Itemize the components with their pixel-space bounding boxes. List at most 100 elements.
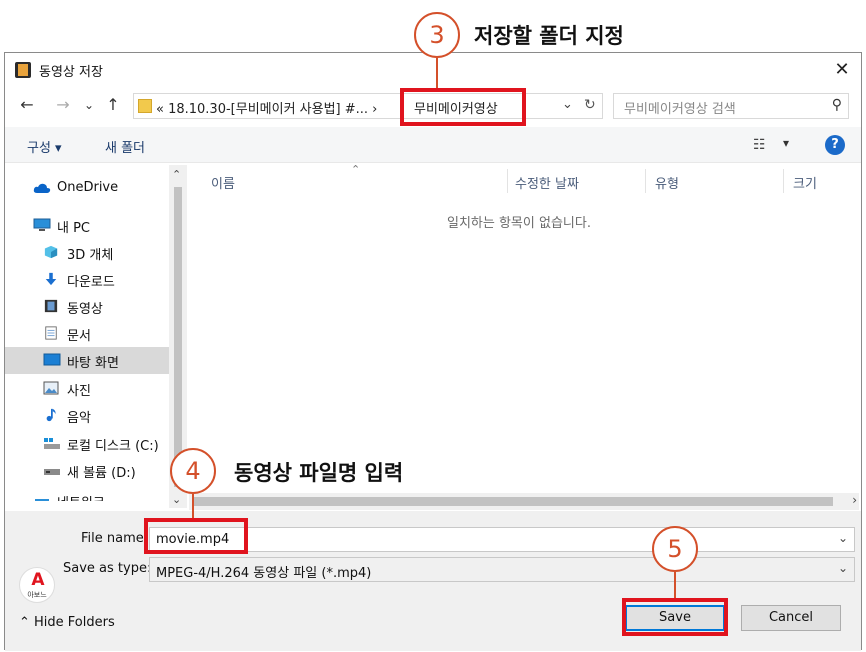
title-bar: 동영상 저장 ✕ [5, 53, 861, 87]
sidebar-item-desktop[interactable]: 바탕 화면 [5, 347, 169, 374]
forward-arrow-icon[interactable]: → [53, 95, 73, 114]
column-divider[interactable] [783, 169, 784, 193]
column-divider[interactable] [507, 169, 508, 193]
save-dialog: 동영상 저장 ✕ ← → ⌄ ↑ « 18.10.30-[무비메이커 사용법] … [4, 52, 862, 651]
sidebar-item-downloads[interactable]: 다운로드 [5, 266, 169, 293]
file-name-field[interactable]: movie.mp4 ⌄ [149, 527, 855, 552]
sidebar-item-label: OneDrive [57, 180, 119, 195]
help-icon[interactable]: ? [825, 135, 845, 155]
step-5-line [674, 572, 676, 600]
column-header-name[interactable]: 이름 [211, 173, 235, 192]
video-icon [44, 299, 58, 313]
sidebar-item-label: 다운로드 [67, 275, 115, 290]
dialog-title: 동영상 저장 [39, 65, 103, 80]
file-name-value[interactable]: movie.mp4 [156, 532, 229, 547]
sidebar-item-music[interactable]: 음악 [5, 402, 169, 429]
3d-objects-icon [44, 245, 58, 259]
desktop-icon [43, 353, 61, 366]
command-bar: 구성 ▾ 새 폴더 ☷ ▾ ? [5, 127, 861, 163]
local-disk-icon [44, 438, 60, 449]
sort-arrow-icon: ⌃ [351, 163, 361, 176]
save-as-type-select[interactable]: MPEG-4/H.264 동영상 파일 (*.mp4) ⌄ [149, 557, 855, 582]
navigation-pane: OneDrive 내 PC 3D 개체 다운로드 동영상 문서 바탕 화면 사진… [5, 165, 169, 501]
cancel-button[interactable]: Cancel [741, 605, 841, 631]
sidebar-item-label: 음악 [67, 411, 91, 426]
sidebar-item-videos[interactable]: 동영상 [5, 293, 169, 320]
address-current-folder[interactable]: 무비메이커영상 [414, 98, 498, 117]
step-3-circle: 3 [414, 12, 460, 58]
scroll-right-icon[interactable]: › [852, 493, 857, 507]
sidebar-item-label: 로컬 디스크 (C:) [67, 439, 159, 454]
sidebar-item-label: 사진 [67, 384, 91, 399]
step-4-circle: 4 [170, 448, 216, 494]
scroll-down-icon[interactable]: ⌄ [172, 493, 181, 506]
chevron-down-icon[interactable]: ⌄ [838, 531, 848, 545]
column-divider[interactable] [645, 169, 646, 193]
chevron-down-icon[interactable]: ⌄ [838, 561, 848, 575]
sidebar-item-new-volume-d[interactable]: 새 볼륨 (D:) [5, 457, 169, 484]
save-options-panel: File name: movie.mp4 ⌄ Save as type: MPE… [5, 511, 861, 651]
navigation-bar: ← → ⌄ ↑ « 18.10.30-[무비메이커 사용법] #... › 무비… [5, 89, 861, 123]
view-dropdown-icon[interactable]: ▾ [783, 136, 789, 150]
sidebar-item-label: 바탕 화면 [67, 356, 119, 371]
address-dropdown-icon[interactable]: ⌄ [562, 97, 573, 112]
search-input[interactable]: 무비메이커영상 검색 ⚲ [613, 93, 849, 119]
sidebar-item-3d-objects[interactable]: 3D 개체 [5, 239, 169, 266]
refresh-icon[interactable]: ↻ [584, 97, 596, 113]
save-as-type-value[interactable]: MPEG-4/H.264 동영상 파일 (*.mp4) [156, 562, 371, 581]
sidebar-item-label: 내 PC [57, 221, 91, 236]
address-bar[interactable]: « 18.10.30-[무비메이커 사용법] #... › 무비메이커영상 ⌄ … [133, 93, 603, 119]
column-header-size[interactable]: 크기 [793, 173, 817, 192]
view-options-icon[interactable]: ☷ [753, 137, 766, 153]
step-4-line [192, 494, 194, 518]
music-icon [46, 408, 56, 422]
pc-icon [33, 218, 51, 231]
logo: A 아보느 [19, 567, 55, 603]
sidebar-item-label: 네트워크 [57, 492, 105, 501]
drive-icon [44, 469, 60, 475]
address-path[interactable]: « 18.10.30-[무비메이커 사용법] #... › [156, 98, 377, 117]
file-list: ⌃ 이름 수정한 날짜 유형 크기 일치하는 항목이 없습니다. [189, 163, 859, 495]
new-folder-button[interactable]: 새 폴더 [105, 137, 145, 156]
download-icon [45, 272, 57, 286]
pictures-icon [43, 381, 59, 395]
sidebar-item-label: 새 볼륨 (D:) [67, 466, 136, 481]
step-3-label: 저장할 폴더 지정 [474, 24, 624, 48]
scroll-thumb[interactable] [193, 497, 833, 506]
logo-text: 아보느 [27, 591, 47, 599]
sidebar-item-local-disk-c[interactable]: 로컬 디스크 (C:) [5, 430, 169, 457]
hide-folders-button[interactable]: ⌃ Hide Folders [19, 615, 115, 630]
sidebar-item-label: 3D 개체 [67, 248, 114, 263]
page: 3 저장할 폴더 지정 4 동영상 파일명 입력 5 동영상 저장 ✕ ← → … [0, 0, 866, 652]
search-icon[interactable]: ⚲ [832, 97, 842, 113]
sidebar-item-label: 문서 [67, 329, 91, 344]
scroll-thumb[interactable] [174, 187, 182, 487]
up-arrow-icon[interactable]: ↑ [103, 95, 123, 114]
column-header-type[interactable]: 유형 [655, 173, 679, 192]
close-button[interactable]: ✕ [829, 57, 855, 83]
video-file-icon [15, 62, 31, 78]
file-name-label: File name: [81, 531, 149, 546]
sidebar-item-pictures[interactable]: 사진 [5, 375, 169, 402]
onedrive-icon [33, 183, 51, 193]
sidebar-item-label: 동영상 [67, 302, 103, 317]
empty-folder-message: 일치하는 항목이 없습니다. [447, 216, 591, 231]
step-5-circle: 5 [652, 526, 698, 572]
scroll-up-icon[interactable]: ⌃ [172, 168, 181, 181]
sidebar-item-network[interactable]: 네트워크 [5, 487, 169, 501]
sidebar-item-this-pc[interactable]: 내 PC [5, 212, 169, 239]
horizontal-scrollbar[interactable]: › [189, 493, 859, 510]
save-as-type-label: Save as type: [63, 561, 152, 576]
step-4-label: 동영상 파일명 입력 [234, 461, 404, 485]
recent-locations-icon[interactable]: ⌄ [79, 98, 99, 112]
organize-button[interactable]: 구성 ▾ [27, 137, 62, 156]
network-icon [35, 499, 49, 501]
step-3-line [436, 58, 438, 90]
column-header-date-modified[interactable]: 수정한 날짜 [515, 173, 579, 192]
back-arrow-icon[interactable]: ← [17, 95, 37, 114]
sidebar-item-onedrive[interactable]: OneDrive [5, 175, 169, 202]
sidebar-item-documents[interactable]: 문서 [5, 320, 169, 347]
logo-mark: A [31, 570, 45, 590]
document-icon [45, 326, 57, 340]
save-button[interactable]: Save [625, 605, 725, 631]
